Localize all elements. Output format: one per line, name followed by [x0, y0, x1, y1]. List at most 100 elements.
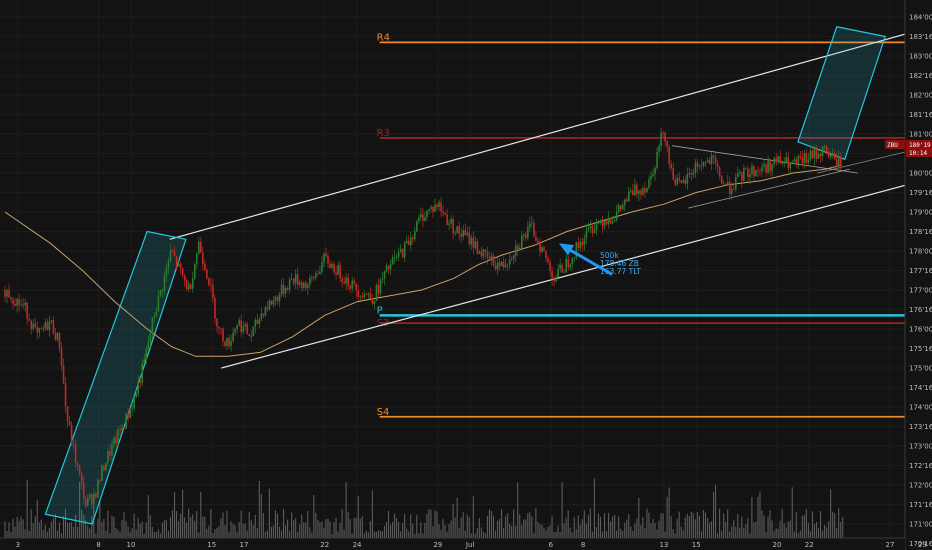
- candle-body: [549, 262, 551, 271]
- volume-bar: [214, 529, 216, 538]
- candle-body: [64, 383, 67, 407]
- volume-bar: [379, 531, 381, 538]
- volume-bar: [783, 523, 785, 538]
- candle-body: [458, 226, 461, 234]
- candle-body: [111, 444, 113, 456]
- volume-bar: [432, 526, 434, 538]
- candle-body: [347, 277, 349, 286]
- candle-body: [411, 237, 414, 240]
- volume-bar: [715, 484, 717, 538]
- x-tick-label: 3: [16, 541, 20, 549]
- candle-body: [660, 132, 662, 147]
- y-tick-label: 182'16: [909, 72, 932, 80]
- volume-bar: [369, 521, 371, 538]
- volume-bar: [587, 515, 589, 538]
- candle-body: [169, 250, 172, 262]
- candle-body: [395, 257, 398, 258]
- volume-bar: [569, 527, 571, 538]
- candle-body: [300, 282, 303, 288]
- volume-bar: [573, 517, 575, 538]
- y-tick-label: 178'00: [909, 248, 932, 256]
- volume-bar: [745, 524, 747, 538]
- volume-bar: [145, 522, 147, 538]
- candle-body: [492, 255, 495, 266]
- volume-bar: [571, 532, 573, 538]
- candle-body: [662, 132, 664, 134]
- candle-body: [270, 300, 273, 305]
- volume-bar: [618, 516, 620, 538]
- price-chart[interactable]: R4R3PS3S4 500k 178.46 ZB 163.77 TLT 184'…: [0, 0, 932, 550]
- volume-bar: [579, 524, 581, 538]
- candle-body: [290, 278, 293, 280]
- candle-body: [454, 232, 456, 234]
- volume-bar: [171, 510, 174, 538]
- volume-bar: [757, 496, 759, 538]
- candle-body: [831, 152, 834, 155]
- volume-bar: [676, 518, 678, 538]
- volume-bar: [494, 530, 497, 538]
- candle-body: [68, 421, 71, 425]
- volume-bar: [289, 530, 291, 538]
- candle-body: [494, 265, 497, 270]
- candle-body: [426, 210, 428, 218]
- level-label-p: P: [377, 305, 383, 316]
- candle-body: [486, 251, 489, 258]
- candle-body: [381, 278, 384, 280]
- candle-body: [672, 168, 675, 180]
- candle-body: [706, 159, 709, 162]
- y-tick-label: 175'16: [909, 345, 932, 353]
- candle-body: [553, 279, 555, 282]
- candle-body: [262, 313, 265, 316]
- candle-body: [650, 175, 652, 180]
- volume-bar: [547, 526, 549, 538]
- volume-bar: [293, 520, 295, 538]
- candle-body: [296, 274, 299, 285]
- candle-body: [240, 320, 242, 333]
- candle-body: [757, 170, 759, 172]
- candle-body: [232, 332, 234, 342]
- volume-bar: [252, 525, 254, 538]
- volume-bar: [246, 530, 248, 538]
- volume-bar: [404, 513, 406, 538]
- x-axis[interactable]: 3 8 10 15 17 22 24 29 Jul 6 8 13 15 20 22 27 29: [0, 537, 927, 550]
- volume-bar: [634, 523, 636, 538]
- volume-bar: [230, 521, 232, 538]
- volume-bar: [77, 526, 79, 538]
- candle-body: [135, 393, 138, 397]
- volume-bar: [56, 530, 58, 538]
- candle-body: [216, 318, 218, 327]
- candle-body: [387, 265, 390, 270]
- volume-bar: [650, 523, 652, 538]
- candle-body: [630, 190, 632, 192]
- volume-bar: [361, 516, 363, 538]
- volume-bar: [747, 517, 749, 538]
- candle-body: [623, 199, 626, 205]
- candle-body: [40, 328, 43, 329]
- candle-body: [607, 217, 610, 225]
- volume-bar: [244, 523, 246, 538]
- volume-bar: [832, 511, 834, 538]
- candle-body: [533, 222, 535, 237]
- volume-bar: [325, 519, 327, 538]
- volume-bar: [282, 508, 285, 538]
- volume-bar: [440, 529, 442, 538]
- candle-body: [204, 263, 206, 270]
- candle-body: [813, 149, 816, 159]
- candle-body: [781, 162, 784, 164]
- volume-bar: [446, 531, 448, 538]
- volume-bar: [54, 514, 56, 538]
- candle-body: [14, 304, 16, 306]
- volume-bar: [242, 523, 244, 538]
- volume-bar: [688, 516, 690, 538]
- volume-bar: [400, 531, 402, 538]
- candle-body: [581, 241, 584, 245]
- candle-body: [656, 151, 658, 168]
- candle-body: [52, 320, 55, 334]
- volume-bar: [490, 511, 493, 538]
- candle-body: [327, 256, 329, 264]
- y-axis[interactable]: 184'00 183'16 183'00 182'16 182'00 181'16 181'…: [904, 0, 932, 550]
- candle-body: [54, 333, 57, 340]
- candle-body: [573, 257, 576, 259]
- candle-body: [339, 265, 341, 279]
- candle-body: [331, 263, 333, 269]
